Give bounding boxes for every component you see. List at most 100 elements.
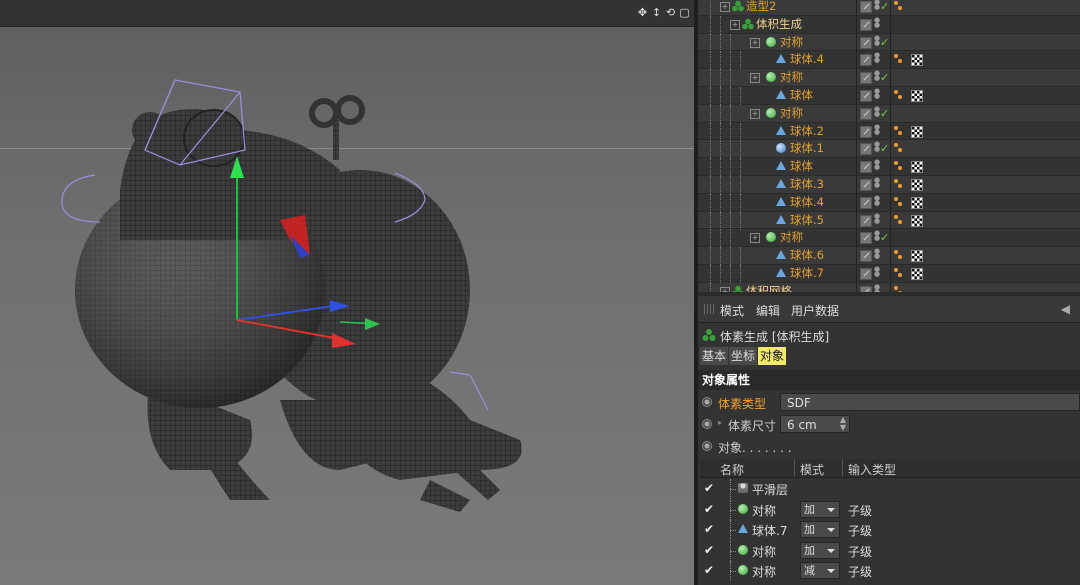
back-arrow-icon[interactable]: ◀ — [1061, 302, 1070, 316]
object-name[interactable]: 对称 — [780, 34, 803, 51]
visibility-dots-icon[interactable]: ● ● — [874, 34, 880, 48]
object-row[interactable]: 球体.4 ● ● — [698, 193, 1080, 212]
object-name[interactable]: 球体.2 — [790, 123, 824, 140]
layer-toggle-icon[interactable] — [860, 125, 872, 138]
visibility-dots-icon[interactable]: ● ● — [874, 141, 880, 154]
rotate-view-icon[interactable]: ⟲ — [665, 6, 676, 19]
row-checkbox[interactable]: ✔ — [704, 482, 716, 494]
enabled-check-icon[interactable]: ✓ — [880, 140, 889, 157]
visibility-dots-icon[interactable]: ● ● — [874, 0, 880, 12]
phong-tag-icon[interactable] — [894, 125, 903, 137]
layer-toggle-icon[interactable] — [860, 54, 872, 67]
layer-toggle-icon[interactable] — [860, 161, 872, 174]
phong-tag-icon[interactable] — [894, 285, 903, 292]
expand-icon[interactable]: + — [720, 286, 730, 292]
object-list-row[interactable]: ✔ 对称 加子级 — [700, 499, 1080, 520]
enabled-check-icon[interactable]: ✓ — [880, 69, 889, 86]
enabled-check-icon[interactable]: ✓ — [880, 229, 889, 246]
phong-tag-icon[interactable] — [894, 142, 903, 154]
layer-toggle-icon[interactable] — [860, 285, 872, 292]
layer-toggle-icon[interactable] — [860, 36, 872, 49]
animate-radio-icon[interactable] — [702, 397, 712, 407]
visibility-dots-icon[interactable]: ● ● — [874, 70, 880, 83]
animate-radio-icon[interactable] — [702, 419, 712, 429]
object-row[interactable]: + 体积网格 ● ● — [698, 282, 1080, 292]
voxel-type-select[interactable]: SDF — [780, 393, 1080, 411]
phong-tag-icon[interactable] — [894, 249, 903, 261]
visibility-dots-icon[interactable]: ● ● — [874, 248, 880, 261]
row-checkbox[interactable]: ✔ — [704, 503, 716, 515]
phong-tag-icon[interactable] — [894, 196, 903, 208]
visibility-dots-icon[interactable]: ● ● — [874, 16, 880, 30]
grip-icon[interactable] — [704, 304, 714, 314]
material-tag-icon[interactable] — [911, 161, 923, 174]
expand-arrow-icon[interactable]: ▸ — [718, 418, 722, 427]
enabled-check-icon[interactable]: ✓ — [880, 105, 889, 122]
layer-toggle-icon[interactable] — [860, 250, 872, 263]
object-row[interactable]: 球体.7 ● ● — [698, 265, 1080, 283]
phong-tag-icon[interactable] — [894, 160, 903, 172]
object-name[interactable]: 球体.7 — [790, 265, 824, 282]
object-row[interactable]: + 体积生成 ● ● — [698, 15, 1080, 34]
mode-select[interactable]: 加 — [800, 500, 840, 518]
object-name[interactable]: 球体.3 — [790, 176, 824, 193]
visibility-dots-icon[interactable]: ● ● — [874, 230, 880, 243]
material-tag-icon[interactable] — [911, 196, 923, 209]
object-name[interactable]: 体积网格 — [746, 283, 792, 292]
phong-tag-icon[interactable] — [894, 0, 903, 12]
frog-model[interactable] — [0, 26, 694, 585]
col-input-type[interactable]: 输入类型 — [848, 461, 896, 478]
object-row[interactable]: 球体.4 ● ● — [698, 51, 1080, 70]
object-row[interactable]: + 对称 ● ● ✓ — [698, 229, 1080, 248]
layer-toggle-icon[interactable] — [860, 18, 872, 31]
expand-icon[interactable]: + — [720, 2, 730, 12]
visibility-dots-icon[interactable]: ● ● — [874, 194, 880, 208]
maximize-view-icon[interactable]: ▢ — [679, 6, 690, 19]
object-list-row[interactable]: ✔ 球体.7 加子级 — [700, 520, 1080, 540]
mode-select[interactable]: 减 — [800, 562, 840, 579]
object-row[interactable]: 球体.5 ● ● — [698, 211, 1080, 230]
visibility-dots-icon[interactable]: ● ● — [874, 88, 880, 101]
visibility-dots-icon[interactable]: ● ● — [874, 159, 880, 172]
object-row[interactable]: 球体.6 ● ● — [698, 247, 1080, 266]
menu-mode[interactable]: 模式 — [720, 302, 744, 319]
object-name[interactable]: 球体 — [790, 158, 813, 175]
object-row[interactable]: + 对称 ● ● ✓ — [698, 69, 1080, 88]
object-name[interactable]: 球体.1 — [790, 140, 824, 157]
object-list-row[interactable]: ✔ 对称 加子级 — [700, 540, 1080, 561]
material-tag-icon[interactable] — [911, 179, 923, 191]
layer-toggle-icon[interactable] — [860, 90, 872, 102]
object-row[interactable]: 球体.2 ● ● — [698, 122, 1080, 141]
object-name[interactable]: 球体.4 — [790, 194, 824, 211]
visibility-dots-icon[interactable]: ● ● — [874, 105, 880, 119]
visibility-dots-icon[interactable]: ● ● — [874, 123, 880, 137]
menu-edit[interactable]: 编辑 — [756, 302, 780, 319]
material-tag-icon[interactable] — [911, 214, 923, 227]
tab-coord[interactable]: 坐标 — [729, 347, 758, 365]
enabled-check-icon[interactable]: ✓ — [880, 0, 889, 15]
visibility-dots-icon[interactable]: ● ● — [874, 52, 880, 65]
layer-toggle-icon[interactable] — [860, 179, 872, 191]
expand-icon[interactable]: + — [750, 108, 760, 119]
layer-toggle-icon[interactable] — [860, 72, 872, 85]
visibility-dots-icon[interactable]: ● ● — [874, 283, 880, 292]
expand-icon[interactable]: + — [730, 19, 740, 30]
object-row[interactable]: + 对称 ● ● ✓ — [698, 104, 1080, 123]
tab-object[interactable]: 对象 — [758, 347, 787, 365]
mode-select[interactable]: 加 — [800, 521, 840, 538]
menu-user-data[interactable]: 用户数据 — [791, 302, 839, 319]
3d-viewport[interactable]: ✥ ↕ ⟲ ▢ — [0, 0, 694, 585]
mode-select[interactable]: 加 — [800, 541, 840, 559]
expand-icon[interactable]: + — [750, 37, 760, 48]
object-row[interactable]: 球体.1 ● ● ✓ — [698, 140, 1080, 159]
object-name[interactable]: 球体.5 — [790, 212, 824, 229]
phong-tag-icon[interactable] — [894, 178, 903, 190]
object-list-row[interactable]: ✔ 对称 减子级 — [700, 561, 1080, 581]
expand-icon[interactable]: + — [750, 233, 760, 244]
object-row[interactable]: 球体 ● ● — [698, 158, 1080, 177]
animate-radio-icon[interactable] — [702, 441, 712, 451]
object-name[interactable]: 造型2 — [746, 0, 776, 15]
object-row[interactable]: 球体.3 ● ● — [698, 176, 1080, 194]
phong-tag-icon[interactable] — [894, 53, 903, 65]
zoom-view-icon[interactable]: ↕ — [651, 6, 662, 19]
